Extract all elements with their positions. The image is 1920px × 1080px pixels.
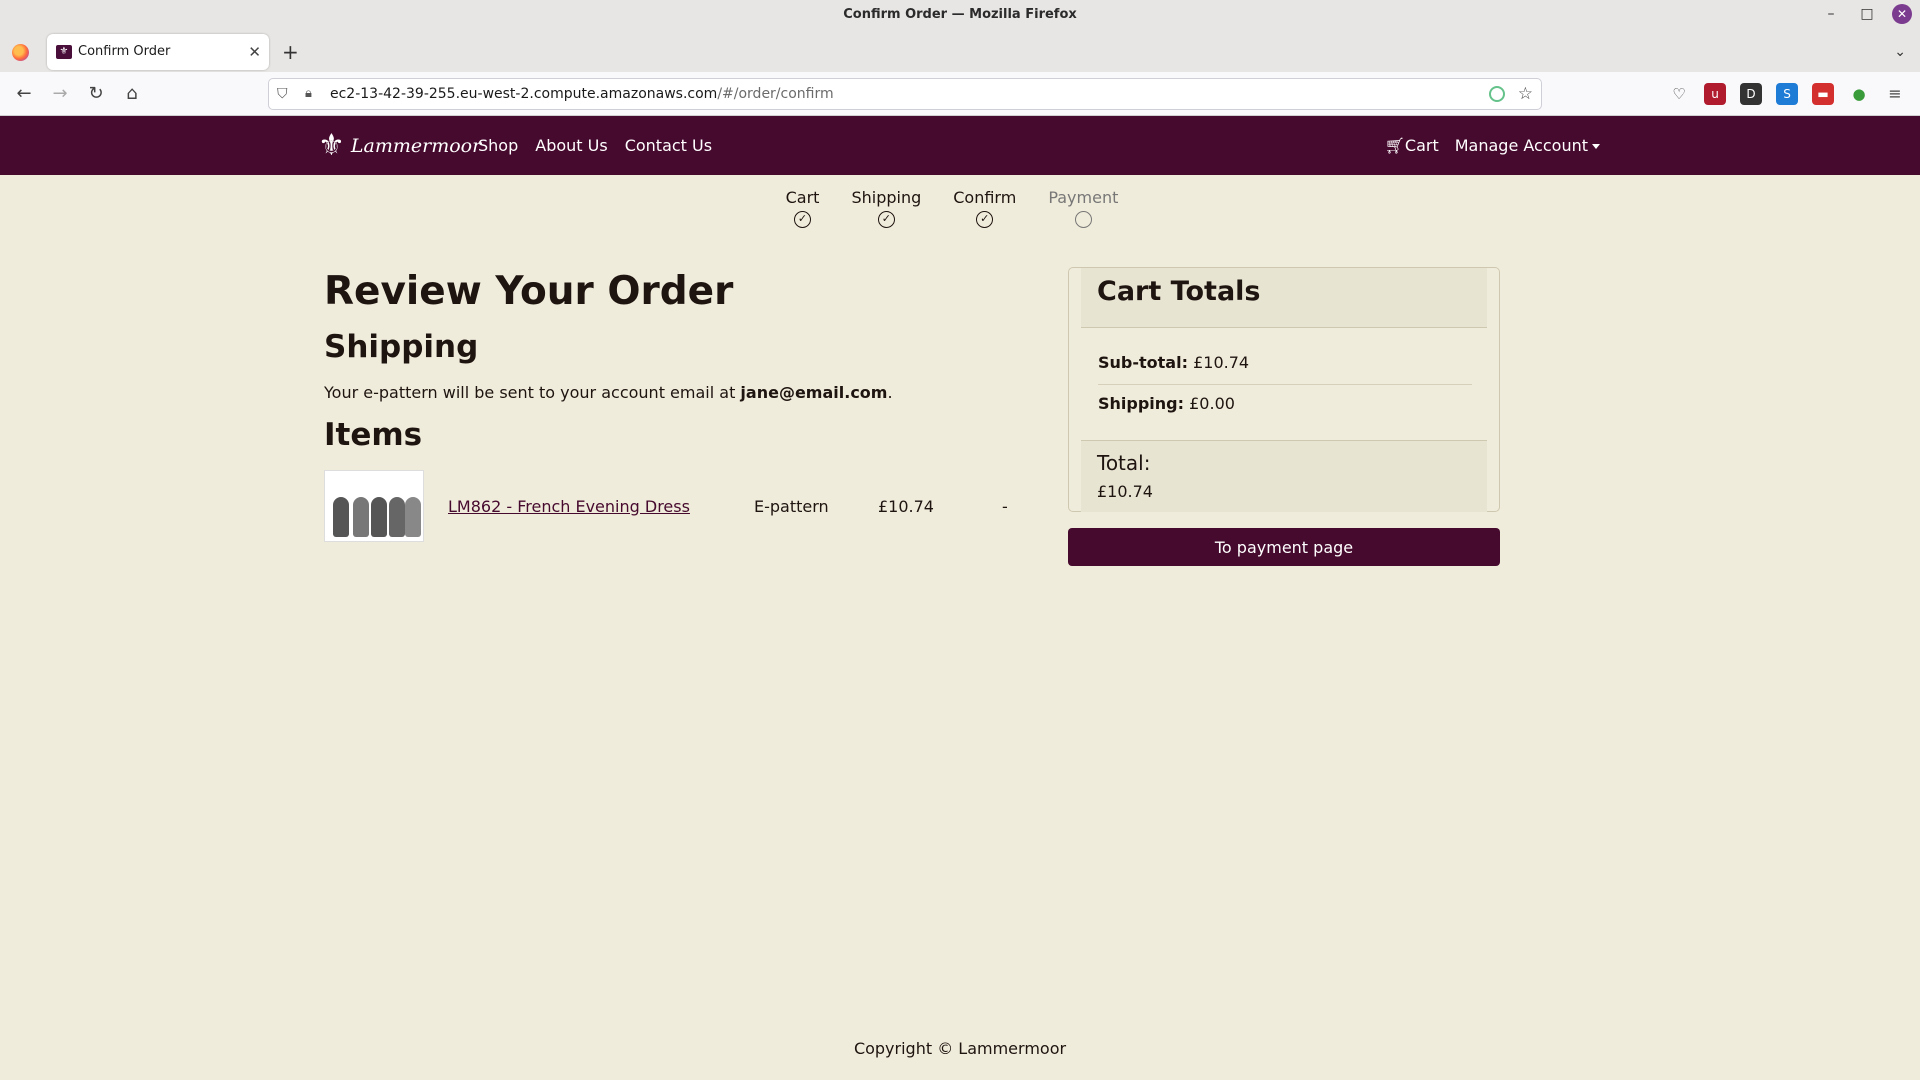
- dress-figure: [333, 497, 349, 537]
- cart-totals-footer: Total: £10.74: [1081, 440, 1487, 512]
- brand-name: Lammermoor: [350, 135, 482, 157]
- shipping-value: £0.00: [1189, 394, 1235, 413]
- product-thumbnail[interactable]: [324, 470, 424, 542]
- caret-down-icon: [1592, 144, 1600, 149]
- extension-s-icon[interactable]: S: [1776, 83, 1798, 105]
- browser-toolbar: ← → ↻ ⌂ ⛉ 🔒︎ ec2-13-42-39-255.eu-west-2.…: [0, 72, 1920, 116]
- firefox-icon: [12, 44, 29, 61]
- url-path: /#/order/confirm: [717, 86, 834, 102]
- step-confirm: Confirm ✓: [953, 188, 1016, 228]
- maximize-icon[interactable]: □: [1856, 3, 1878, 25]
- toolbar-extensions: ♡ u D S ▬ ● ≡: [1668, 72, 1906, 116]
- back-icon[interactable]: ←: [12, 72, 36, 116]
- tab-title: Confirm Order: [78, 44, 171, 59]
- fleur-de-lis-icon: ⚜: [318, 128, 345, 163]
- brand-logo[interactable]: ⚜ Lammermoor: [318, 126, 481, 166]
- site-navbar: ⚜ Lammermoor Shop About Us Contact Us 🛒︎…: [0, 116, 1920, 175]
- shipping-text-prefix: Your e-pattern will be sent to your acco…: [324, 383, 741, 402]
- check-circle-icon: ✓: [877, 211, 895, 228]
- empty-circle-icon: [1074, 211, 1092, 228]
- dress-figure: [389, 497, 405, 537]
- subtotal-line: Sub-total: £10.74: [1098, 353, 1249, 372]
- site-info-icon[interactable]: 🔒︎: [305, 79, 312, 109]
- url-text[interactable]: ec2-13-42-39-255.eu-west-2.compute.amazo…: [330, 79, 834, 109]
- ublock-icon[interactable]: u: [1704, 83, 1726, 105]
- account-nav: 🛒︎Cart Manage Account: [1385, 116, 1600, 175]
- nav-shop[interactable]: Shop: [478, 136, 518, 155]
- site-favicon-icon: ⚜: [56, 45, 72, 59]
- shipping-label: Shipping:: [1098, 394, 1185, 413]
- home-icon[interactable]: ⌂: [120, 72, 144, 116]
- window-titlebar: Confirm Order — Mozilla Firefox – □ ✕: [0, 0, 1920, 30]
- step-label: Shipping: [851, 188, 922, 207]
- step-label: Cart: [785, 188, 820, 207]
- shipping-text: Your e-pattern will be sent to your acco…: [324, 382, 1024, 404]
- step-label: Payment: [1048, 188, 1119, 207]
- shipping-email: jane@email.com: [740, 383, 888, 402]
- cart-totals-card: Cart Totals Sub-total: £10.74 Shipping: …: [1068, 267, 1500, 512]
- check-circle-icon: ✓: [794, 211, 812, 228]
- extension-indicator-icon[interactable]: [1489, 86, 1505, 102]
- shipping-line: Shipping: £0.00: [1098, 394, 1235, 413]
- main-nav: Shop About Us Contact Us: [478, 116, 712, 175]
- to-payment-page-button[interactable]: To payment page: [1068, 528, 1500, 566]
- new-tab-icon[interactable]: +: [282, 34, 299, 70]
- checkout-progress: Cart ✓ Shipping ✓ Confirm ✓ Payment: [0, 188, 1920, 228]
- tab-confirm-order[interactable]: ⚜ Confirm Order ✕: [47, 34, 269, 70]
- close-tab-icon[interactable]: ✕: [248, 34, 261, 70]
- cart-link[interactable]: 🛒︎Cart: [1385, 136, 1439, 155]
- app-menu-icon[interactable]: ≡: [1884, 83, 1906, 105]
- step-cart: Cart ✓: [785, 188, 820, 228]
- manage-account-dropdown[interactable]: Manage Account: [1455, 136, 1600, 155]
- cart-label: Cart: [1404, 136, 1439, 155]
- item-type: E-pattern: [754, 496, 829, 516]
- url-bar[interactable]: ⛉ 🔒︎ ec2-13-42-39-255.eu-west-2.compute.…: [268, 78, 1542, 110]
- nav-contact-us[interactable]: Contact Us: [625, 136, 712, 155]
- items-heading: Items: [324, 417, 423, 453]
- nav-about-us[interactable]: About Us: [535, 136, 607, 155]
- manage-account-label: Manage Account: [1454, 136, 1588, 155]
- subtotal-value: £10.74: [1193, 353, 1250, 372]
- cart-icon: 🛒︎: [1384, 136, 1405, 155]
- tracking-shield-icon[interactable]: ⛉: [277, 79, 288, 109]
- totals-divider: [1098, 384, 1472, 385]
- tab-bar: ⚜ Confirm Order ✕ + ⌄: [0, 30, 1920, 72]
- shipping-text-suffix: .: [887, 383, 893, 402]
- order-review: Review Your Order Shipping Your e-patter…: [324, 268, 1024, 544]
- dress-figure: [371, 497, 387, 537]
- step-payment: Payment: [1048, 188, 1118, 228]
- cart-totals-header: Cart Totals: [1081, 268, 1487, 328]
- window-title: Confirm Order — Mozilla Firefox: [843, 7, 1077, 22]
- url-host: ec2-13-42-39-255.eu-west-2.compute.amazo…: [330, 86, 718, 102]
- minimize-icon[interactable]: –: [1820, 3, 1842, 25]
- page-title: Review Your Order: [324, 269, 734, 314]
- cart-totals-heading: Cart Totals: [1097, 276, 1261, 307]
- step-shipping: Shipping ✓: [851, 188, 921, 228]
- step-label: Confirm: [953, 188, 1017, 207]
- subtotal-label: Sub-total:: [1098, 353, 1188, 372]
- extension-green-icon[interactable]: ●: [1848, 83, 1870, 105]
- dress-figure: [405, 497, 421, 537]
- bookmark-star-icon[interactable]: ☆: [1518, 79, 1533, 109]
- shipping-heading: Shipping: [324, 329, 479, 365]
- forward-icon[interactable]: →: [48, 72, 72, 116]
- reload-icon[interactable]: ↻: [84, 72, 108, 116]
- extension-d-icon[interactable]: D: [1740, 83, 1762, 105]
- pocket-icon[interactable]: ♡: [1668, 83, 1690, 105]
- window-controls: – □ ✕: [1820, 3, 1912, 25]
- dress-figure: [353, 497, 369, 537]
- item-name-link[interactable]: LM862 - French Evening Dress: [448, 497, 754, 516]
- total-label: Total:: [1097, 451, 1151, 475]
- item-extra: -: [1002, 496, 1008, 516]
- close-window-icon[interactable]: ✕: [1892, 4, 1912, 24]
- footer-copyright: Copyright © Lammermoor: [853, 1039, 1067, 1058]
- order-item-row: LM862 - French Evening Dress E-pattern £…: [324, 468, 1024, 544]
- total-value: £10.74: [1097, 482, 1153, 501]
- item-price: £10.74: [878, 496, 934, 516]
- list-tabs-chevron-icon[interactable]: ⌄: [1894, 34, 1906, 70]
- extension-red-icon[interactable]: ▬: [1812, 83, 1834, 105]
- check-circle-icon: ✓: [976, 211, 994, 228]
